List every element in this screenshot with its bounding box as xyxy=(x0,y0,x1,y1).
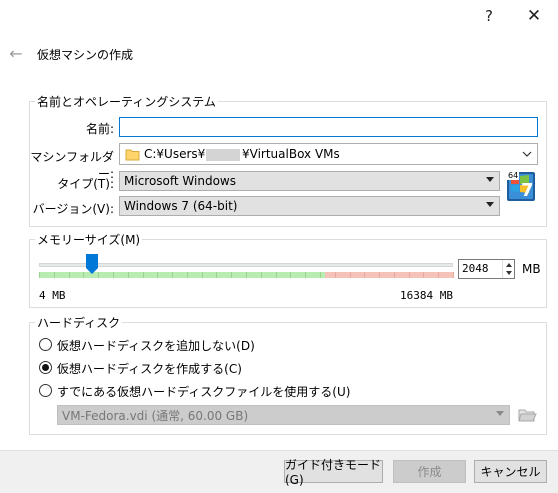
slider-tick xyxy=(364,272,365,278)
slider-tick xyxy=(202,272,203,278)
os-icon-badge: 64 xyxy=(507,171,520,180)
folder-value-suffix: ¥VirtualBox VMs xyxy=(242,147,340,161)
radio-no-disk-label[interactable]: 仮想ハードディスクを追加しない(D) xyxy=(57,337,255,354)
name-os-group-title: 名前とオペレーティングシステム xyxy=(35,93,218,110)
name-input[interactable] xyxy=(119,117,538,137)
memory-group-title: メモリーサイズ(M) xyxy=(35,231,143,248)
disk-group-title: ハードディスク xyxy=(35,314,123,331)
guided-mode-button[interactable]: ガイド付きモード(G) xyxy=(284,458,383,487)
chevron-down-icon xyxy=(522,151,532,157)
open-folder-icon[interactable] xyxy=(517,405,537,425)
folder-icon xyxy=(125,149,140,161)
slider-tick xyxy=(423,272,424,278)
slider-tick xyxy=(320,272,321,278)
slider-tick xyxy=(246,272,247,278)
type-value: Microsoft Windows xyxy=(124,174,236,188)
slider-tick xyxy=(157,272,158,278)
memory-spinbox-value: 2048 xyxy=(462,262,489,275)
version-select[interactable]: Windows 7 (64-bit) xyxy=(119,196,500,216)
type-select[interactable]: Microsoft Windows xyxy=(119,171,500,191)
os-icon-number: 7 xyxy=(521,180,534,201)
slider-tick xyxy=(409,272,410,278)
folder-value: C:¥Users¥ xyxy=(144,147,206,161)
type-label: タイプ(T): xyxy=(57,177,114,191)
name-label: 名前: xyxy=(85,122,114,136)
version-value: Windows 7 (64-bit) xyxy=(124,199,238,213)
slider-tick xyxy=(231,272,232,278)
slider-tick xyxy=(98,272,99,278)
slider-tick xyxy=(453,272,454,278)
slider-tick xyxy=(39,272,40,278)
slider-tick xyxy=(276,272,277,278)
slider-tick xyxy=(350,272,351,278)
slider-tick xyxy=(187,272,188,278)
dropdown-arrow-icon xyxy=(486,177,494,182)
memory-max-label: 16384 MB xyxy=(400,289,453,302)
radio-existing-disk-label[interactable]: すでにある仮想ハードディスクファイルを使用する(U) xyxy=(57,383,350,400)
memory-slider-track[interactable] xyxy=(39,263,453,267)
memory-slider-thumb[interactable] xyxy=(86,254,98,274)
slider-tick xyxy=(305,272,306,278)
slider-tick xyxy=(113,272,114,278)
existing-disk-value: VM-Fedora.vdi (通常, 60.00 GB) xyxy=(62,408,249,423)
slider-tick xyxy=(143,272,144,278)
slider-tick xyxy=(290,272,291,278)
radio-create-disk-label[interactable]: 仮想ハードディスクを作成する(C) xyxy=(57,360,242,377)
memory-unit: MB xyxy=(522,262,541,276)
memory-slider-safe-range xyxy=(39,272,325,278)
back-arrow-icon[interactable]: ← xyxy=(6,43,26,63)
memory-min-label: 4 MB xyxy=(39,289,66,302)
slider-tick xyxy=(379,272,380,278)
slider-tick xyxy=(438,272,439,278)
slider-tick xyxy=(54,272,55,278)
close-button[interactable]: ✕ xyxy=(520,4,548,28)
existing-disk-select[interactable]: VM-Fedora.vdi (通常, 60.00 GB) xyxy=(57,405,510,425)
dropdown-arrow-icon xyxy=(486,202,494,207)
slider-tick xyxy=(335,272,336,278)
windows7-os-icon: 64 7 xyxy=(506,171,536,202)
slider-tick xyxy=(83,272,84,278)
radio-existing-disk[interactable] xyxy=(39,384,52,397)
folder-combo[interactable]: C:¥Users¥ ¥VirtualBox VMs xyxy=(119,143,538,165)
slider-tick xyxy=(261,272,262,278)
radio-no-disk[interactable] xyxy=(39,338,52,351)
create-button[interactable]: 作成 xyxy=(393,460,466,483)
slider-tick xyxy=(69,272,70,278)
slider-tick xyxy=(394,272,395,278)
memory-spinbox[interactable]: 2048 xyxy=(458,259,515,279)
page-title: 仮想マシンの作成 xyxy=(37,48,134,62)
redacted-username xyxy=(206,149,240,161)
cancel-button[interactable]: キャンセル xyxy=(474,460,547,483)
slider-tick xyxy=(172,272,173,278)
help-button[interactable]: ? xyxy=(475,4,503,28)
version-label: バージョン(V): xyxy=(32,202,114,216)
memory-slider-danger-range xyxy=(325,272,453,278)
radio-create-disk[interactable] xyxy=(39,361,52,374)
slider-tick xyxy=(216,272,217,278)
dropdown-arrow-icon xyxy=(496,411,504,416)
slider-tick xyxy=(128,272,129,278)
spin-down-icon[interactable] xyxy=(502,269,514,278)
spin-up-icon[interactable] xyxy=(502,260,514,269)
